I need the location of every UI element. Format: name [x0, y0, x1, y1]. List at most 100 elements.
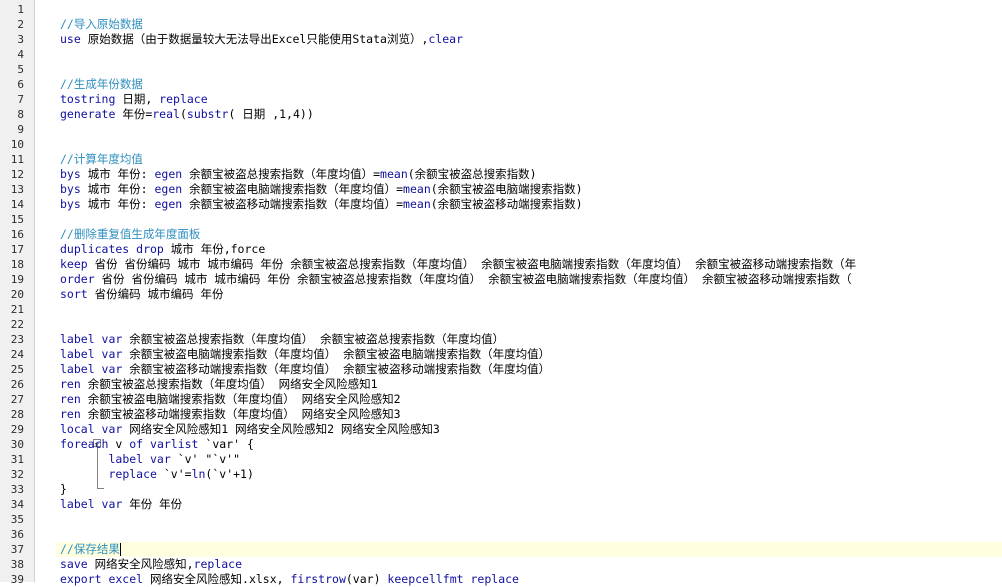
text-token: 余额宝被盗电脑端搜索指数（年度均值）= — [182, 182, 404, 196]
line-number: 32 — [10, 468, 24, 481]
code-line[interactable]: 32 replace `v'=ln(`v'+1) — [0, 467, 1002, 482]
code-line[interactable]: 19 order 省份 省份编码 城市 城市编码 年份 余额宝被盗总搜索指数（年度… — [0, 272, 1002, 287]
line-number: 30 — [10, 438, 24, 451]
code-line[interactable]: 28 ren 余额宝被盗移动端搜索指数（年度均值） 网络安全风险感知3 — [0, 407, 1002, 422]
line-number: 17 — [10, 243, 24, 256]
line-number: 14 — [10, 198, 24, 211]
line-code: } — [60, 482, 67, 497]
code-line[interactable]: 2 //导入原始数据 — [0, 17, 1002, 32]
line-number: 9 — [17, 123, 24, 136]
code-line[interactable]: 4 — [0, 47, 1002, 62]
text-token: 余额宝被盗移动端搜索指数（年度均值）= — [182, 197, 404, 211]
code-line[interactable]: 6 //生成年份数据 — [0, 77, 1002, 92]
code-line[interactable]: 24 label var 余额宝被盗电脑端搜索指数（年度均值） 余额宝被盗电脑端搜… — [0, 347, 1002, 362]
do-file-editor[interactable]: 1 2//导入原始数据 3 use 原始数据（由于数据量较大无法导出Excel只能使用… — [0, 0, 1002, 586]
text-token: (余额宝被盗移动端搜索指数) — [430, 197, 583, 211]
line-number: 38 — [10, 558, 24, 571]
code-line[interactable]: 27 ren 余额宝被盗电脑端搜索指数（年度均值） 网络安全风险感知2 — [0, 392, 1002, 407]
code-line[interactable]: 15 — [0, 212, 1002, 227]
line-number: 8 — [17, 108, 24, 121]
text-token: 余额宝被盗电脑端搜索指数（年度均值） 网络安全风险感知2 — [80, 392, 401, 406]
keyword-token: egen — [154, 182, 183, 196]
text-token: 省份 省份编码 城市 城市编码 年份 余额宝被盗总搜索指数（年度均值） 余额宝被… — [94, 272, 852, 286]
line-code: label var 余额宝被盗总搜索指数（年度均值） 余额宝被盗总搜索指数（年度… — [60, 332, 504, 347]
text-token: 网络安全风险感知1 网络安全风险感知2 网络安全风险感知3 — [122, 422, 440, 436]
line-code: order 省份 省份编码 城市 城市编码 年份 余额宝被盗总搜索指数（年度均值… — [60, 272, 852, 287]
text-token: 年份= — [115, 107, 153, 121]
code-line[interactable]: 11 //计算年度均值 — [0, 152, 1002, 167]
keyword-token: use — [60, 32, 81, 46]
line-number: 21 — [10, 303, 24, 316]
text-token: 省份编码 城市编码 年份 — [87, 287, 224, 301]
code-line[interactable]: 38 save 网络安全风险感知,replace — [0, 557, 1002, 572]
code-line[interactable]: 16 //删除重复值生成年度面板 — [0, 227, 1002, 242]
code-line[interactable]: 12 bys 城市 年份: egen 余额宝被盗总搜索指数（年度均值）=mean(… — [0, 167, 1002, 182]
code-line[interactable]: 18 keep 省份 省份编码 城市 城市编码 年份 余额宝被盗总搜索指数（年度均… — [0, 257, 1002, 272]
keyword-token: save — [60, 557, 88, 571]
code-line[interactable]: 37 //保存结果 — [0, 542, 1002, 557]
keyword-token: ren — [60, 407, 81, 421]
keyword-token: mean — [403, 182, 431, 196]
line-number: 12 — [10, 168, 24, 181]
text-token: `var' { — [198, 437, 254, 451]
code-line[interactable]: 36 — [0, 527, 1002, 542]
text-token: 城市 年份,force — [163, 242, 266, 256]
code-line[interactable]: 30 foreach v of varlist `var' { — [0, 437, 1002, 452]
line-number: 6 — [17, 78, 24, 91]
line-code: //生成年份数据 — [60, 77, 143, 92]
line-code: save 网络安全风险感知,replace — [60, 557, 242, 572]
line-code: sort 省份编码 城市编码 年份 — [60, 287, 223, 302]
code-line[interactable]: 31 label var `v' "`v'" — [0, 452, 1002, 467]
code-line[interactable]: 9 — [0, 122, 1002, 137]
text-token: 余额宝被盗总搜索指数（年度均值） 网络安全风险感知1 — [80, 377, 378, 391]
code-line[interactable]: 17 duplicates drop 城市 年份,force — [0, 242, 1002, 257]
comment-token: //生成年份数据 — [60, 77, 143, 91]
code-line[interactable]: 23 label var 余额宝被盗总搜索指数（年度均值） 余额宝被盗总搜索指数（… — [0, 332, 1002, 347]
line-number: 15 — [10, 213, 24, 226]
line-number: 39 — [10, 573, 24, 586]
keyword-token: tostring — [60, 92, 116, 106]
code-line[interactable]: 39 export excel 网络安全风险感知.xlsx, firstrow(v… — [0, 572, 1002, 587]
keyword-token: foreach — [60, 437, 109, 451]
code-line[interactable]: 33} — [0, 482, 1002, 497]
text-token: 原始数据（由于数据量较大无法导出Excel只能使用Stata浏览）, — [80, 32, 429, 46]
text-token: (`v'+1) — [205, 467, 254, 481]
keyword-token: firstrow — [290, 572, 346, 586]
keyword-token: bys — [60, 182, 81, 196]
keyword-token: replace — [159, 92, 208, 106]
code-line[interactable]: 34 label var 年份 年份 — [0, 497, 1002, 512]
line-code: duplicates drop 城市 年份,force — [60, 242, 265, 257]
keyword-token: sort — [60, 287, 88, 301]
code-line[interactable]: 25 label var 余额宝被盗移动端搜索指数（年度均值） 余额宝被盗移动端搜… — [0, 362, 1002, 377]
line-number: 7 — [17, 93, 24, 106]
code-line[interactable]: 20 sort 省份编码 城市编码 年份 — [0, 287, 1002, 302]
code-line[interactable]: 14 bys 城市 年份: egen 余额宝被盗移动端搜索指数（年度均值）=mea… — [0, 197, 1002, 212]
code-line[interactable]: 29 local var 网络安全风险感知1 网络安全风险感知2 网络安全风险感知… — [0, 422, 1002, 437]
code-line[interactable]: 5 — [0, 62, 1002, 77]
keyword-token: generate — [60, 107, 116, 121]
code-line[interactable]: 10 — [0, 137, 1002, 152]
code-line[interactable]: 3 use 原始数据（由于数据量较大无法导出Excel只能使用Stata浏览）,c… — [0, 32, 1002, 47]
keyword-token: ren — [60, 392, 81, 406]
code-line[interactable]: 26 ren 余额宝被盗总搜索指数（年度均值） 网络安全风险感知1 — [0, 377, 1002, 392]
code-line[interactable]: 13 bys 城市 年份: egen 余额宝被盗电脑端搜索指数（年度均值）=mea… — [0, 182, 1002, 197]
line-number: 20 — [10, 288, 24, 301]
line-code: local var 网络安全风险感知1 网络安全风险感知2 网络安全风险感知3 — [60, 422, 440, 437]
keyword-token: order — [60, 272, 95, 286]
code-line[interactable]: 1 — [0, 2, 1002, 17]
keyword-token: bys — [60, 167, 81, 181]
line-code: foreach v of varlist `var' { — [60, 437, 254, 452]
text-token: `v'= — [156, 467, 192, 481]
keyword-token: of varlist — [129, 437, 199, 451]
line-number: 28 — [10, 408, 24, 421]
code-line[interactable]: 8 generate 年份=real(substr( 日期 ,1,4)) — [0, 107, 1002, 122]
code-line[interactable]: 22 — [0, 317, 1002, 332]
code-line[interactable]: 35 — [0, 512, 1002, 527]
text-token: 余额宝被盗移动端搜索指数（年度均值） 网络安全风险感知3 — [80, 407, 401, 421]
code-line[interactable]: 21 — [0, 302, 1002, 317]
line-number: 23 — [10, 333, 24, 346]
code-line[interactable]: 7 tostring 日期, replace — [0, 92, 1002, 107]
line-code: replace `v'=ln(`v'+1) — [60, 467, 254, 482]
line-number: 29 — [10, 423, 24, 436]
